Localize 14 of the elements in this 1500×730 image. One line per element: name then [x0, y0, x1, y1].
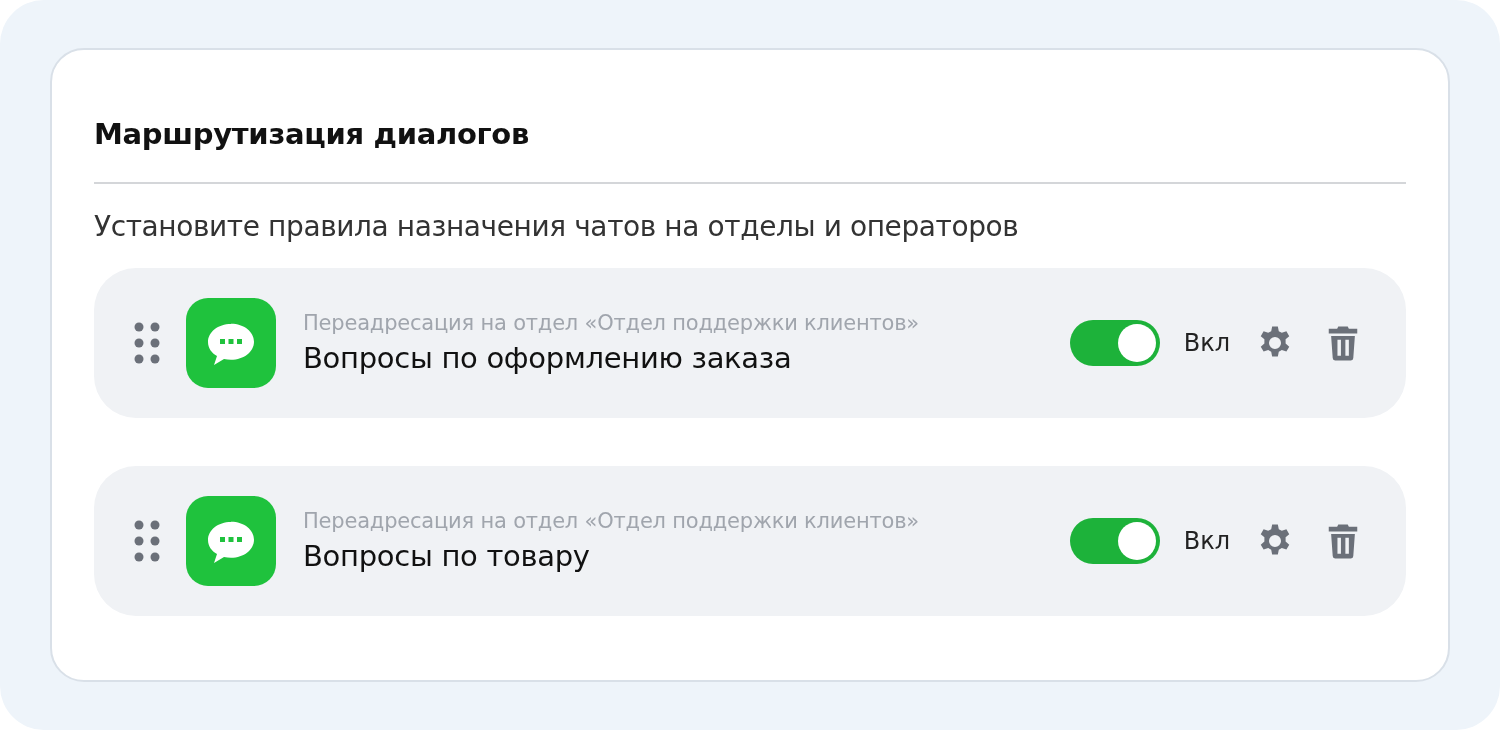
toggle-switch[interactable]: [1069, 518, 1160, 564]
toggle-status: Вкл: [1183, 329, 1230, 357]
section-description: Установите правила назначения чатов на отделы и операторов: [94, 210, 1020, 244]
toggle-status: Вкл: [1183, 527, 1230, 555]
rule-name: Вопросы по оформлению заказа: [303, 341, 793, 375]
drag-handle-icon[interactable]: [134, 321, 160, 365]
rule-caption: Переадресация на отдел «Отдел поддержки клиентов»: [303, 311, 920, 335]
rule-name: Вопросы по товару: [303, 539, 591, 573]
rule-caption: Переадресация на отдел «Отдел поддержки клиентов»: [303, 509, 920, 533]
toggle-switch[interactable]: [1069, 320, 1160, 366]
chat-bubble-icon: [186, 496, 276, 586]
chat-bubble-icon: [186, 298, 276, 388]
section-title: Маршрутизация диалогов: [94, 116, 531, 152]
drag-handle-icon[interactable]: [134, 519, 160, 563]
